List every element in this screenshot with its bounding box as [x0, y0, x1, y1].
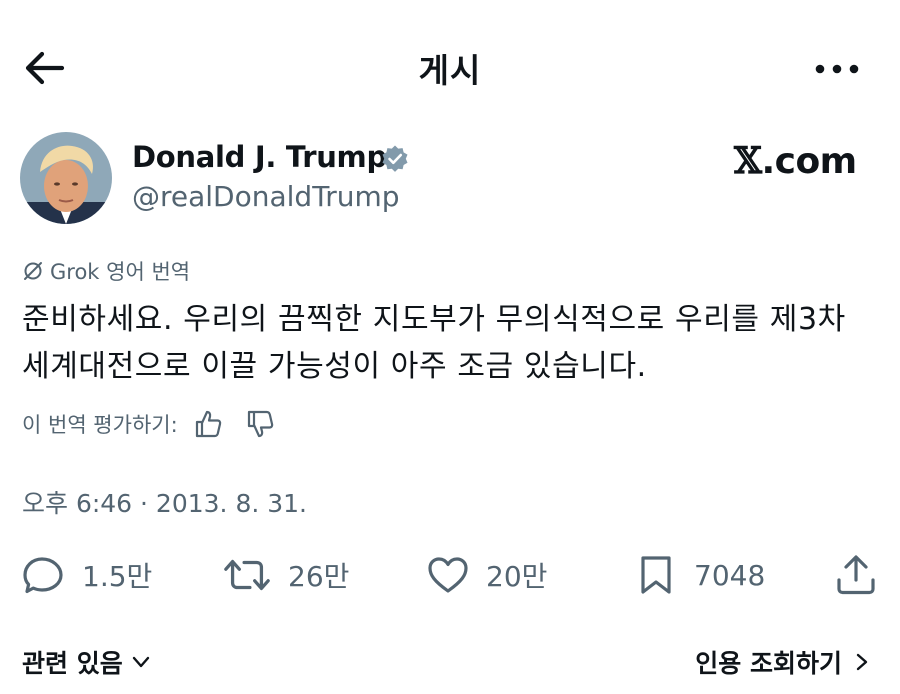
repost-icon	[224, 559, 270, 591]
share-icon	[837, 555, 875, 595]
share-button[interactable]	[834, 552, 878, 598]
rate-translation-row: 이 번역 평가하기:	[22, 408, 276, 440]
page-title: 게시	[418, 51, 482, 90]
x-logo-text: .com	[761, 141, 857, 182]
more-horizontal-icon	[815, 64, 859, 74]
like-button[interactable]: 20만	[426, 552, 547, 598]
translation-label-text: Grok 영어 번역	[50, 260, 191, 284]
repost-button[interactable]: 26만	[222, 552, 349, 598]
like-count: 20만	[486, 560, 548, 593]
repost-count: 26만	[288, 560, 350, 593]
related-label: 관련 있음	[22, 649, 123, 678]
more-options-button[interactable]	[812, 54, 862, 84]
reply-count: 1.5만	[82, 560, 153, 593]
thumbs-down-button[interactable]	[244, 408, 276, 440]
reply-icon	[23, 557, 63, 594]
tweet-timestamp[interactable]: 오후 6:46 · 2013. 8. 31.	[22, 484, 307, 520]
thumbs-up-icon	[195, 410, 221, 438]
bookmark-count: 7048	[694, 558, 766, 592]
rate-translation-label: 이 번역 평가하기:	[22, 413, 178, 437]
thumbs-up-button[interactable]	[192, 408, 224, 440]
heart-icon	[428, 557, 468, 593]
view-quotes-label: 인용 조회하기	[695, 649, 842, 678]
author-name[interactable]: Donald J. Trump	[132, 140, 387, 174]
tweet-text: 준비하세요. 우리의 끔찍한 지도부가 무의식적으로 우리를 제3차 세계대전으…	[22, 302, 846, 384]
chevron-down-icon	[132, 656, 149, 668]
thumbs-down-icon	[247, 410, 273, 438]
bookmark-icon	[641, 556, 671, 594]
profile-photo	[20, 132, 112, 224]
related-sort-button[interactable]: 관련 있음	[22, 644, 151, 680]
translation-label: Grok 영어 번역	[22, 256, 190, 286]
avatar[interactable]	[20, 132, 112, 224]
grok-icon	[24, 262, 42, 280]
x-logo-mark: 𝕏	[734, 140, 762, 182]
reply-button[interactable]: 1.5만	[22, 552, 152, 598]
bookmark-button[interactable]: 7048	[634, 552, 765, 598]
view-quotes-link[interactable]: 인용 조회하기	[695, 644, 872, 680]
x-logo: 𝕏.com	[734, 140, 857, 182]
verified-badge-icon	[380, 144, 410, 174]
chevron-right-icon	[856, 653, 868, 671]
author-handle[interactable]: @realDonaldTrump	[132, 180, 400, 213]
